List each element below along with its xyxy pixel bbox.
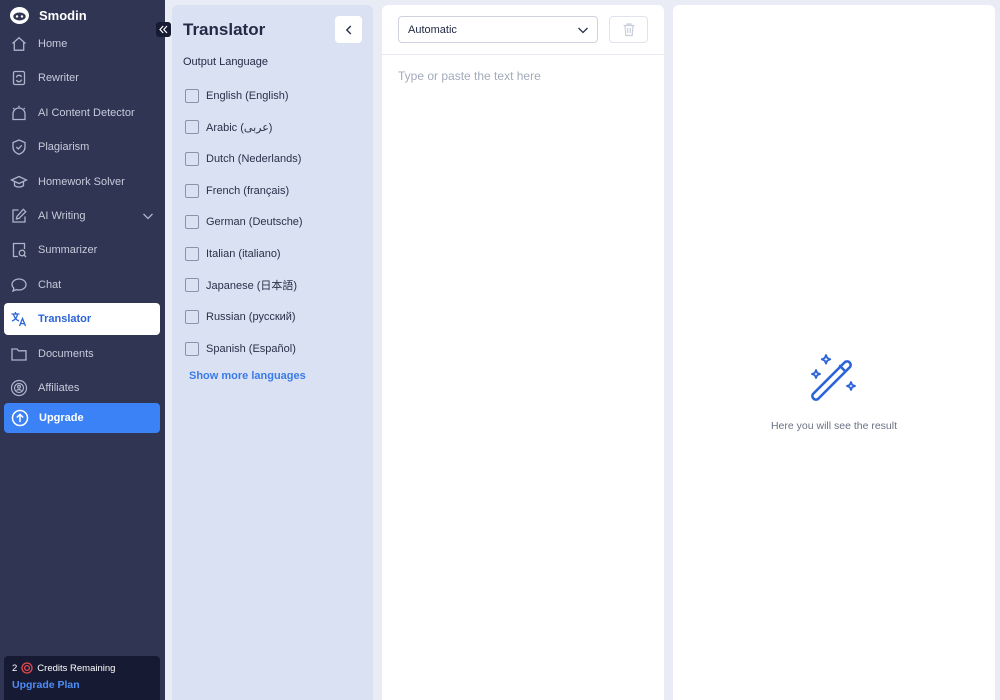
language-label: Italian (italiano) [206,247,281,260]
clear-text-button[interactable] [609,16,648,43]
magic-wand-icon [811,354,856,401]
upgrade-label: Upgrade [39,412,84,424]
home-icon [10,35,28,53]
show-more-languages-link[interactable]: Show more languages [189,370,306,382]
collapse-sidebar-button[interactable] [156,22,171,37]
sidebar-item-label: Rewriter [38,72,79,85]
graduation-cap-icon [10,173,28,191]
sidebar-item-summarizer[interactable]: Summarizer [4,234,160,266]
language-checkbox[interactable] [185,88,199,103]
language-checkbox[interactable] [185,215,199,230]
credits-label: Credits Remaining [37,662,116,674]
language-checkbox[interactable] [185,183,199,198]
rewriter-icon [10,69,28,87]
sidebar-item-label: AI Writing [38,209,86,222]
chat-bubble-icon [10,276,28,294]
sidebar-item-rewriter[interactable]: Rewriter [4,62,160,94]
trash-icon [623,23,634,37]
language-list: English (English) Arabic (عربى) Dutch (N… [185,80,303,364]
language-checkbox[interactable] [185,341,199,356]
credits-count: 2 [12,662,18,674]
chevron-down-icon [578,27,588,34]
upgrade-button[interactable]: Upgrade [4,403,160,433]
sidebar-item-label: Home [38,38,68,50]
sidebar-item-homework-solver[interactable]: Homework Solver [4,166,160,198]
sidebar-item-chat[interactable]: Chat [4,269,160,301]
language-checkbox[interactable] [185,278,199,293]
sidebar-item-ai-writing[interactable]: AI Writing [4,200,160,232]
divider [382,54,664,55]
chevron-down-icon[interactable] [142,210,154,222]
sidebar-item-label: Homework Solver [38,175,125,188]
language-label: English (English) [206,89,289,102]
language-label: Dutch (Nederlands) [206,152,302,165]
source-text-input[interactable] [398,69,648,669]
pencil-square-icon [10,207,28,225]
language-label: German (Deutsche) [206,216,303,229]
language-label: Russian (русский) [206,310,296,323]
language-checkbox[interactable] [185,309,199,324]
language-label: Arabic (عربى) [206,121,273,134]
sidebar-item-home[interactable]: Home [4,28,160,60]
summarizer-icon [10,241,28,259]
language-label: Japanese (日本語) [206,280,298,293]
language-option[interactable]: Spanish (Español) [185,333,303,365]
language-option[interactable]: Dutch (Nederlands) [185,143,303,175]
smodin-logo-icon [10,6,29,24]
language-option[interactable]: French (français) [185,175,303,207]
upgrade-arrow-icon [11,409,29,427]
output-language-panel: Translator Output Language English (Engl… [172,5,373,700]
ai-detector-icon [10,104,28,122]
translate-icon [10,310,28,328]
folder-icon [10,345,28,363]
sidebar-item-translator[interactable]: Translator [4,303,160,336]
source-language-value: Automatic [408,23,457,36]
sidebar-item-plagiarism[interactable]: Plagiarism [4,131,160,163]
result-card: Here you will see the result [673,5,995,700]
language-option[interactable]: Russian (русский) [185,301,303,333]
upgrade-plan-link[interactable]: Upgrade Plan [12,679,152,691]
shield-check-icon [10,138,28,156]
double-chevron-left-icon [159,25,168,34]
sidebar-item-label: Affiliates [38,381,80,394]
sidebar-item-affiliates[interactable]: Affiliates [4,372,160,404]
language-label: French (français) [206,184,290,197]
language-option[interactable]: Italian (italiano) [185,238,303,270]
language-label: Spanish (Español) [206,342,296,355]
output-language-label: Output Language [183,56,269,68]
language-option[interactable]: English (English) [185,80,303,112]
page-title: Translator [183,20,266,39]
language-option[interactable]: Arabic (عربى) [185,112,303,144]
sidebar-item-label: Summarizer [38,244,98,257]
brand[interactable]: Smodin [9,5,87,25]
sidebar-item-label: Chat [38,278,62,291]
brand-name: Smodin [39,7,87,23]
language-option[interactable]: German (Deutsche) [185,206,303,238]
sidebar-item-documents[interactable]: Documents [4,338,160,370]
sidebar-item-label: Plagiarism [38,141,90,154]
result-placeholder-text: Here you will see the result [770,420,898,432]
credits-coin-icon [21,662,33,674]
sidebar-item-ai-content-detector[interactable]: AI Content Detector [4,97,160,129]
input-card: Automatic [382,5,664,700]
sidebar-item-label: Translator [38,313,92,326]
sidebar-item-label: AI Content Detector [38,106,135,119]
language-checkbox[interactable] [185,120,199,135]
credits-box: 2 Credits Remaining Upgrade Plan [4,656,160,700]
language-checkbox[interactable] [185,246,199,261]
close-panel-button[interactable] [335,16,362,43]
language-option[interactable]: Japanese (日本語) [185,270,303,302]
source-language-select[interactable]: Automatic [398,16,598,43]
sidebar-item-label: Documents [38,347,94,360]
sidebar: Smodin Home Rewriter AI Content Detector… [0,0,165,700]
language-checkbox[interactable] [185,151,199,166]
affiliates-icon [10,379,28,397]
chevron-left-icon [345,25,351,34]
sidebar-nav: Home Rewriter AI Content Detector Plagia… [4,28,160,406]
